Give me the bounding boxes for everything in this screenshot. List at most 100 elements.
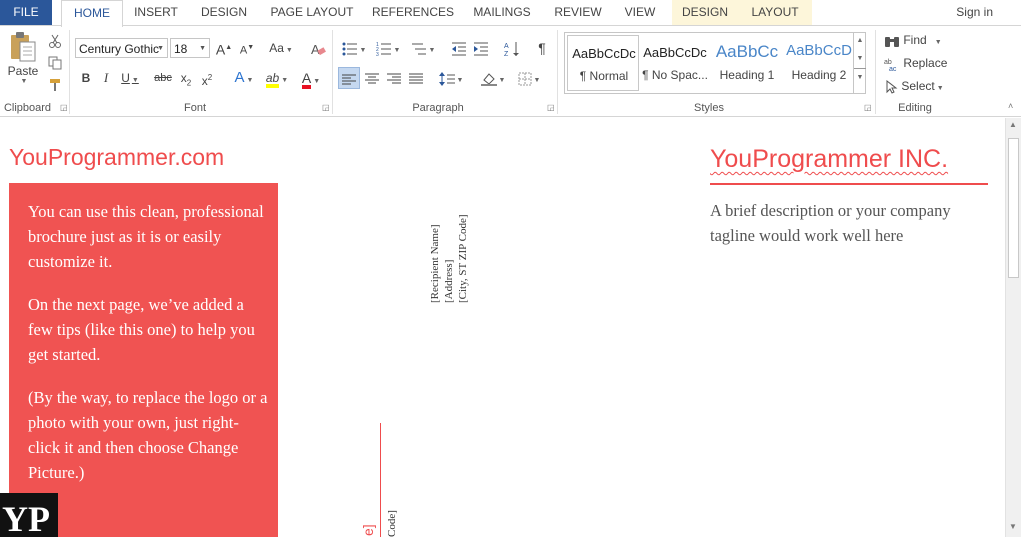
tab-review[interactable]: REVIEW [548, 0, 608, 25]
intro-paragraph: On the next page, we’ve added a few tips… [28, 295, 255, 364]
bold-button[interactable]: B [78, 67, 94, 89]
text-effects-button[interactable]: A ▼ [230, 67, 258, 89]
replace-button[interactable]: ab ac Replace [884, 53, 947, 73]
highlight-button[interactable]: ab ▼ [262, 67, 292, 89]
font-color-button[interactable]: A ▼ [296, 67, 326, 89]
underline-button[interactable]: U ▼ [118, 67, 142, 89]
grow-font-button[interactable]: A▲ [215, 37, 233, 59]
tab-references[interactable]: REFERENCES [370, 0, 456, 25]
scroll-up-icon[interactable]: ▲ [1009, 120, 1017, 129]
find-button[interactable]: Find ▼ [884, 30, 942, 50]
svg-text:A: A [504, 43, 509, 50]
borders-button[interactable]: ▼ [514, 67, 544, 89]
bullets-button[interactable]: ▼ [340, 37, 368, 59]
superscript-button[interactable]: x2 [199, 67, 215, 89]
numbering-icon: 123 [376, 42, 391, 58]
paste-button[interactable]: Paste ▼ [4, 30, 42, 90]
font-size-combo[interactable]: 18 ▼ [170, 38, 210, 58]
fold-divider-line [380, 423, 381, 537]
strikethrough-button[interactable]: abc [152, 67, 174, 89]
paragraph-group-label: Paragraph [412, 102, 464, 114]
rotated-text-fragment: e] [360, 524, 376, 536]
show-formatting-button[interactable]: ¶ [532, 37, 552, 59]
style-heading-1[interactable]: AaBbCc Heading 1 [711, 35, 783, 91]
tab-insert[interactable]: INSERT [128, 0, 184, 25]
intro-paragraph: You can use this clean, professional bro… [28, 202, 264, 271]
format-painter-icon [50, 78, 60, 91]
styles-gallery: AaBbCcDc ¶ Normal AaBbCcDc ¶ No Spac... … [564, 32, 866, 94]
align-center-button[interactable] [362, 67, 382, 89]
italic-button[interactable]: I [98, 67, 114, 89]
sort-icon: AZ [504, 41, 519, 58]
font-color-icon: A [301, 71, 312, 89]
increase-indent-button[interactable] [472, 37, 490, 59]
company-tagline: A brief description or your company tagl… [710, 201, 951, 245]
cut-button[interactable] [46, 29, 64, 51]
select-cursor-icon [886, 79, 898, 94]
line-spacing-icon [438, 71, 455, 86]
intro-panel: You can use this clean, professional bro… [9, 183, 278, 537]
numbering-button[interactable]: 1 2 3 ▼ [374, 37, 402, 59]
style-normal[interactable]: AaBbCcDc ¶ Normal [567, 35, 639, 91]
paragraph-launcher-icon[interactable]: ◲ [547, 104, 555, 112]
styles-more-icon[interactable]: ▼ [854, 68, 866, 87]
tab-context-layout[interactable]: LAYOUT [738, 0, 812, 25]
tab-context-design[interactable]: DESIGN [672, 0, 738, 25]
clear-formatting-button[interactable]: A [308, 37, 328, 59]
tab-view[interactable]: VIEW [616, 0, 664, 25]
scroll-thumb[interactable] [1008, 138, 1019, 278]
clipboard-launcher-icon[interactable]: ◲ [60, 104, 68, 112]
multilevel-list-icon [411, 43, 426, 55]
subscript-button[interactable]: x2 [178, 67, 194, 89]
multilevel-list-button[interactable]: ▼ [408, 37, 438, 59]
svg-text:P: P [28, 499, 50, 537]
document-canvas[interactable]: YouProgrammer.com You can use this clean… [0, 118, 1005, 537]
change-case-button[interactable]: Aa ▼ [266, 37, 296, 59]
style-no-spacing[interactable]: AaBbCcDc ¶ No Spac... [639, 35, 711, 91]
increase-indent-icon [474, 42, 488, 56]
style-heading-2[interactable]: AaBbCcD Heading 2 [783, 35, 855, 91]
styles-down-icon[interactable]: ▼ [854, 50, 866, 68]
binoculars-icon [885, 36, 899, 47]
decrease-indent-button[interactable] [450, 37, 468, 59]
sort-button[interactable]: AZ [502, 37, 522, 59]
rotated-text-fragment: Code] [386, 510, 398, 537]
company-name: YouProgrammer INC. [710, 145, 949, 173]
svg-text:Y: Y [2, 499, 28, 537]
align-left-icon [342, 74, 356, 85]
styles-up-icon[interactable]: ▲ [854, 32, 866, 50]
line-spacing-button[interactable]: ▼ [436, 67, 466, 89]
shrink-font-button[interactable]: A▼ [238, 37, 256, 59]
styles-scroll[interactable]: ▲ ▼ ▼ [853, 32, 866, 94]
select-button[interactable]: Select ▼ [884, 76, 944, 96]
tab-mailings[interactable]: MAILINGS [466, 0, 538, 25]
svg-text:Z: Z [504, 51, 509, 57]
tab-file[interactable]: FILE [0, 0, 52, 25]
collapse-ribbon-icon[interactable]: ˄ [1008, 102, 1016, 111]
ribbon-home: Paste ▼ Clipboard ◲ Century Gothic ▼ 18 ▼ … [0, 25, 1021, 117]
copy-button[interactable] [46, 51, 64, 73]
tab-home[interactable]: HOME [61, 0, 123, 27]
editing-group-label: Editing [898, 102, 932, 114]
font-name-combo[interactable]: Century Gothic ▼ [75, 38, 168, 58]
shading-button[interactable]: ▼ [478, 67, 508, 89]
scroll-down-icon[interactable]: ▼ [1009, 522, 1017, 531]
replace-icon: abac [884, 59, 897, 73]
tab-design[interactable]: DESIGN [194, 0, 254, 25]
font-launcher-icon[interactable]: ◲ [322, 104, 330, 112]
ribbon-tab-bar: FILE HOME INSERT DESIGN PAGE LAYOUT REFE… [0, 0, 1021, 27]
svg-text:3: 3 [376, 52, 379, 56]
borders-icon [518, 72, 532, 86]
justify-button[interactable] [406, 67, 426, 89]
sign-in-link[interactable]: Sign in [956, 5, 993, 19]
bullets-icon [342, 42, 357, 56]
font-group-label: Font [183, 102, 206, 114]
format-painter-button[interactable] [46, 73, 64, 95]
recipient-address: [Address] [443, 259, 455, 303]
vertical-scrollbar[interactable]: ▲ ▼ [1005, 118, 1021, 537]
align-left-button[interactable] [338, 67, 360, 89]
align-right-button[interactable] [384, 67, 404, 89]
paste-label: Paste [7, 64, 39, 78]
tab-page-layout[interactable]: PAGE LAYOUT [264, 0, 360, 25]
styles-launcher-icon[interactable]: ◲ [864, 104, 872, 112]
